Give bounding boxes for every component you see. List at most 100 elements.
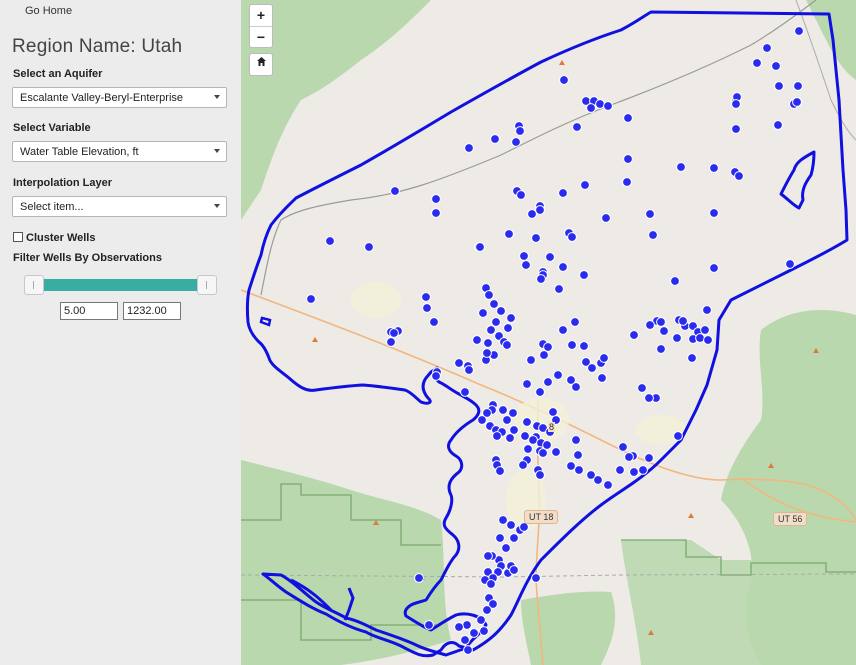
well-marker[interactable] (501, 543, 511, 553)
well-marker[interactable] (489, 299, 499, 309)
well-marker[interactable] (773, 120, 783, 130)
well-marker[interactable] (709, 208, 719, 218)
well-marker[interactable] (454, 622, 464, 632)
map-view[interactable]: + − UT 18 UT 56 8 (241, 0, 856, 665)
well-marker[interactable] (599, 353, 609, 363)
well-marker[interactable] (695, 333, 705, 343)
variable-select[interactable]: Water Table Elevation, ft (12, 141, 227, 162)
well-marker[interactable] (511, 137, 521, 147)
well-marker[interactable] (521, 260, 531, 270)
well-marker[interactable] (490, 134, 500, 144)
well-marker[interactable] (644, 453, 654, 463)
well-marker[interactable] (431, 371, 441, 381)
well-marker[interactable] (498, 405, 508, 415)
well-marker[interactable] (762, 43, 772, 53)
well-marker[interactable] (431, 194, 441, 204)
well-marker[interactable] (603, 101, 613, 111)
well-marker[interactable] (414, 573, 424, 583)
well-marker[interactable] (469, 628, 479, 638)
well-marker[interactable] (539, 350, 549, 360)
well-marker[interactable] (482, 348, 492, 358)
well-marker[interactable] (672, 333, 682, 343)
well-marker[interactable] (483, 551, 493, 561)
well-marker[interactable] (518, 460, 528, 470)
well-marker[interactable] (463, 645, 473, 655)
well-marker[interactable] (645, 320, 655, 330)
well-marker[interactable] (558, 325, 568, 335)
well-marker[interactable] (492, 431, 502, 441)
well-marker[interactable] (709, 263, 719, 273)
well-marker[interactable] (496, 306, 506, 316)
well-marker[interactable] (709, 163, 719, 173)
well-marker[interactable] (477, 415, 487, 425)
well-marker[interactable] (503, 323, 513, 333)
well-marker[interactable] (431, 208, 441, 218)
well-marker[interactable] (676, 162, 686, 172)
well-marker[interactable] (593, 475, 603, 485)
well-marker[interactable] (545, 252, 555, 262)
well-marker[interactable] (475, 242, 485, 252)
well-marker[interactable] (495, 533, 505, 543)
well-marker[interactable] (422, 303, 432, 313)
well-marker[interactable] (325, 236, 335, 246)
well-marker[interactable] (702, 305, 712, 315)
well-marker[interactable] (535, 387, 545, 397)
well-marker[interactable] (734, 171, 744, 181)
well-marker[interactable] (464, 143, 474, 153)
well-marker[interactable] (567, 232, 577, 242)
well-marker[interactable] (731, 99, 741, 109)
well-marker[interactable] (566, 461, 576, 471)
well-marker[interactable] (306, 294, 316, 304)
well-marker[interactable] (460, 635, 470, 645)
well-marker[interactable] (429, 317, 439, 327)
well-marker[interactable] (472, 335, 482, 345)
well-marker[interactable] (527, 209, 537, 219)
well-marker[interactable] (573, 450, 583, 460)
well-marker[interactable] (687, 353, 697, 363)
well-marker[interactable] (531, 573, 541, 583)
well-marker[interactable] (638, 465, 648, 475)
well-marker[interactable] (571, 435, 581, 445)
well-marker[interactable] (478, 308, 488, 318)
well-marker[interactable] (622, 177, 632, 187)
well-marker[interactable] (579, 341, 589, 351)
well-marker[interactable] (554, 284, 564, 294)
well-marker[interactable] (424, 620, 434, 630)
well-marker[interactable] (644, 393, 654, 403)
well-marker[interactable] (774, 81, 784, 91)
well-marker[interactable] (528, 435, 538, 445)
well-marker[interactable] (624, 452, 634, 462)
slider-max-handle[interactable] (197, 275, 217, 295)
go-home-link[interactable]: Go Home (25, 5, 72, 17)
well-marker[interactable] (700, 325, 710, 335)
well-marker[interactable] (794, 26, 804, 36)
well-marker[interactable] (522, 417, 532, 427)
well-marker[interactable] (559, 75, 569, 85)
well-marker[interactable] (731, 124, 741, 134)
well-marker[interactable] (506, 520, 516, 530)
well-marker[interactable] (364, 242, 374, 252)
well-marker[interactable] (587, 363, 597, 373)
well-marker[interactable] (483, 338, 493, 348)
well-marker[interactable] (523, 444, 533, 454)
aquifer-select[interactable]: Escalante Valley-Beryl-Enterprise (12, 87, 227, 108)
well-marker[interactable] (570, 317, 580, 327)
well-marker[interactable] (793, 81, 803, 91)
well-marker[interactable] (506, 313, 516, 323)
well-marker[interactable] (597, 373, 607, 383)
well-marker[interactable] (542, 440, 552, 450)
well-marker[interactable] (535, 205, 545, 215)
well-marker[interactable] (618, 442, 628, 452)
well-marker[interactable] (553, 370, 563, 380)
well-marker[interactable] (771, 61, 781, 71)
well-marker[interactable] (543, 342, 553, 352)
well-marker[interactable] (603, 480, 613, 490)
well-marker[interactable] (491, 317, 501, 327)
well-marker[interactable] (531, 233, 541, 243)
well-marker[interactable] (509, 565, 519, 575)
well-marker[interactable] (580, 180, 590, 190)
well-marker[interactable] (670, 276, 680, 286)
well-marker[interactable] (579, 270, 589, 280)
well-marker[interactable] (623, 154, 633, 164)
well-marker[interactable] (495, 466, 505, 476)
